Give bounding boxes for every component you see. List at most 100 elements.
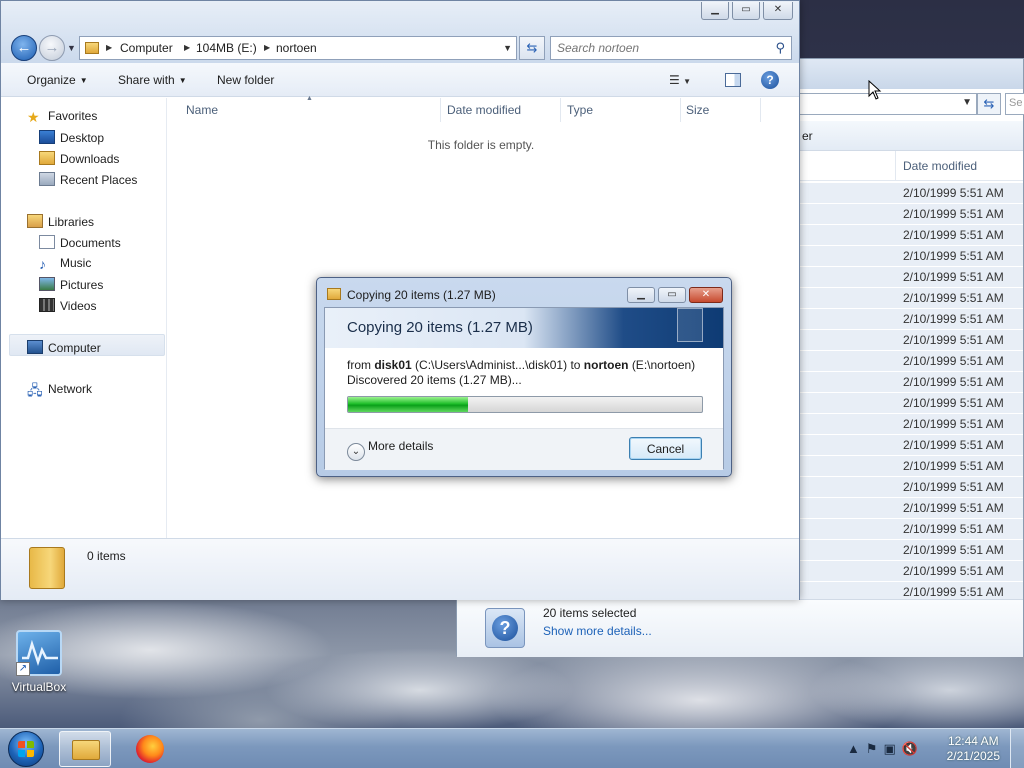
new-folder-button[interactable]: New folder [217, 73, 274, 87]
row-date-modified: 2/10/1999 5:51 AM [903, 543, 1004, 557]
nav-label: Network [48, 382, 93, 396]
nav-label: Music [60, 256, 92, 270]
address-bar[interactable]: ▶ Computer ▶ 104MB (E:) ▶ nortoen ▼ [79, 36, 517, 60]
nav-recent-places[interactable]: Recent Places [39, 172, 137, 187]
row-date-modified: 2/10/1999 5:51 AM [903, 501, 1004, 515]
nav-pictures[interactable]: Pictures [39, 277, 103, 292]
back-button[interactable]: ← [11, 35, 37, 61]
shortcut-arrow-icon: ↗ [16, 662, 30, 676]
maximize-button[interactable]: ▭ [658, 287, 686, 303]
show-hidden-icons-button[interactable]: ▲ [847, 741, 866, 756]
recent-pages-dropdown[interactable]: ▼ [67, 43, 76, 53]
cancel-button[interactable]: Cancel [629, 437, 702, 460]
explorer-titlebar[interactable]: ▁ ▭ ✕ [1, 1, 799, 33]
chevron-right-icon[interactable]: ▶ [264, 43, 270, 52]
breadcrumb-folder[interactable]: nortoen [276, 41, 317, 55]
action-center-flag-icon[interactable]: ⚑ [866, 741, 884, 756]
column-divider[interactable] [560, 98, 561, 122]
mouse-pointer-icon [868, 80, 882, 100]
help-icon[interactable]: ? [761, 71, 779, 89]
taskbar-firefox-button[interactable] [124, 731, 176, 767]
destination-path: (E:\nortoen) [631, 358, 696, 372]
column-header-type[interactable]: Type [567, 103, 593, 117]
maximize-button[interactable]: ▭ [732, 2, 760, 20]
recent-places-icon [39, 172, 55, 186]
chevron-right-icon[interactable]: ▶ [106, 43, 112, 52]
close-button[interactable]: ✕ [763, 2, 793, 20]
forward-button[interactable]: → [39, 35, 65, 61]
network-icon: 🖧 [27, 382, 43, 398]
explorer-icon [72, 740, 100, 760]
breadcrumb-drive[interactable]: 104MB (E:) [196, 41, 257, 55]
computer-icon [27, 340, 43, 354]
search-icon[interactable]: ⚲ [775, 40, 785, 56]
dialog-header: Copying 20 items (1.27 MB) [347, 319, 533, 336]
row-date-modified: 2/10/1999 5:51 AM [903, 333, 1004, 347]
column-header-name[interactable]: Name [186, 103, 218, 117]
taskbar: ▲⚑▣🔇 12:44 AM 2/21/2025 [0, 728, 1024, 768]
navigation-bar: ← → ▼ ▶ Computer ▶ 104MB (E:) ▶ nortoen … [1, 33, 799, 63]
folder-icon [85, 42, 99, 54]
tray-icons: ▲⚑▣🔇 [847, 741, 924, 757]
clock-time: 12:44 AM [947, 734, 999, 748]
column-header-size[interactable]: Size [686, 103, 709, 117]
nav-libraries[interactable]: Libraries [27, 214, 94, 229]
column-divider[interactable] [895, 151, 896, 181]
column-divider[interactable] [680, 98, 681, 122]
more-details-toggle[interactable]: ⌄ More details [347, 439, 433, 461]
search-input[interactable] [551, 37, 761, 59]
minimize-button[interactable]: ▁ [627, 287, 655, 303]
nav-videos[interactable]: Videos [39, 298, 96, 313]
nav-computer[interactable]: Computer [27, 340, 101, 355]
taskbar-explorer-button[interactable] [59, 731, 111, 767]
chevron-right-icon[interactable]: ▶ [184, 43, 190, 52]
share-with-menu[interactable]: Share with ▼ [118, 73, 187, 87]
nav-favorites[interactable]: ★ Favorites [27, 109, 97, 124]
close-button[interactable]: ✕ [689, 287, 723, 303]
minimize-button[interactable]: ▁ [701, 2, 729, 20]
nav-network[interactable]: 🖧 Network [27, 382, 92, 397]
nav-downloads[interactable]: Downloads [39, 151, 119, 166]
row-date-modified: 2/10/1999 5:51 AM [903, 522, 1004, 536]
nav-documents[interactable]: Documents [39, 235, 121, 250]
desktop-icon-label: VirtualBox [11, 680, 67, 694]
to-label: to [570, 358, 581, 372]
row-date-modified: 2/10/1999 5:51 AM [903, 585, 1004, 599]
source-name-link[interactable]: disk01 [374, 358, 411, 372]
bg-search-input[interactable]: Se [1005, 93, 1024, 115]
system-clock[interactable]: 12:44 AM 2/21/2025 [947, 734, 1000, 764]
search-field[interactable]: ⚲ [550, 36, 792, 60]
column-header-date-modified[interactable]: Date modified [447, 103, 521, 117]
network-icon[interactable]: ▣ [884, 741, 902, 756]
preview-pane-icon[interactable] [725, 73, 741, 87]
selection-summary: 20 items selected [543, 606, 637, 620]
nav-music[interactable]: ♪ Music [39, 256, 91, 271]
volume-muted-icon[interactable]: 🔇 [902, 741, 924, 756]
command-bar: Organize ▼ Share with ▼ New folder ☰ ▼ ? [1, 63, 799, 97]
libraries-icon [27, 214, 43, 228]
column-divider[interactable] [760, 98, 761, 122]
refresh-button[interactable]: ⇆ [519, 36, 545, 60]
nav-label: Pictures [60, 278, 104, 292]
desktop-shortcut-virtualbox[interactable]: ↗ VirtualBox [8, 630, 70, 694]
bg-refresh-button[interactable]: ⇆ [977, 93, 1001, 115]
show-desktop-button[interactable] [1010, 729, 1024, 768]
copy-progress-dialog[interactable]: Copying 20 items (1.27 MB) ▁ ▭ ✕ Copying 2… [316, 277, 732, 477]
column-divider[interactable] [440, 98, 441, 122]
show-more-details-link[interactable]: Show more details... [543, 624, 652, 638]
nav-label: Favorites [48, 109, 98, 123]
chevron-down-icon[interactable]: ▼ [962, 97, 972, 108]
destination-name-link[interactable]: nortoen [584, 358, 629, 372]
bg-details-pane: ? 20 items selected Show more details... [457, 599, 1023, 657]
address-history-dropdown[interactable]: ▼ [503, 43, 512, 53]
bg-column-date-modified[interactable]: Date modified [903, 159, 977, 173]
dialog-title: Copying 20 items (1.27 MB) [347, 288, 496, 302]
nav-desktop[interactable]: Desktop [39, 130, 104, 145]
bg-address-bar[interactable]: ▼ [797, 93, 977, 115]
bg-toolbar-fragment[interactable]: er [802, 129, 813, 143]
organize-menu[interactable]: Organize ▼ [27, 73, 88, 87]
breadcrumb-computer[interactable]: Computer [120, 41, 173, 55]
change-view-button[interactable]: ☰ ▼ [669, 73, 691, 87]
desktop-icon [39, 130, 55, 144]
start-button[interactable] [4, 730, 48, 768]
